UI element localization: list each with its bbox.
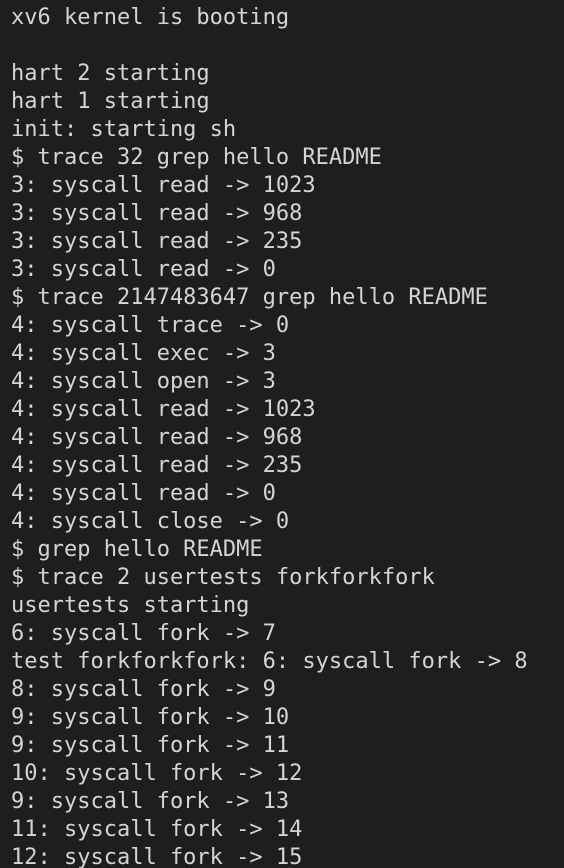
terminal-line: 4: syscall exec -> 3 [11, 341, 276, 366]
terminal-line: 9: syscall fork -> 10 [11, 705, 290, 730]
terminal-line: hart 1 starting [11, 89, 210, 114]
terminal-line: 3: syscall read -> 1023 [11, 173, 316, 198]
terminal-line: 3: syscall read -> 968 [11, 201, 303, 226]
terminal-line: hart 2 starting [11, 61, 210, 86]
terminal-line: test forkforkfork: 6: syscall fork -> 8 [11, 649, 528, 674]
terminal-line: 4: syscall close -> 0 [11, 509, 290, 534]
terminal-line: 9: syscall fork -> 11 [11, 733, 290, 758]
shell-command-line: $ trace 2147483647 grep hello README [11, 285, 488, 310]
shell-command-line: $ trace 32 grep hello README [11, 145, 382, 170]
terminal-line: 4: syscall read -> 968 [11, 425, 303, 450]
terminal-line: 11: syscall fork -> 14 [11, 817, 303, 842]
terminal-line: 4: syscall read -> 235 [11, 453, 303, 478]
terminal-line: 6: syscall fork -> 7 [11, 621, 276, 646]
terminal-line: init: starting sh [11, 117, 237, 142]
terminal-line: usertests starting [11, 593, 250, 618]
shell-command-line: $ grep hello README [11, 537, 263, 562]
terminal-line: 4: syscall open -> 3 [11, 369, 276, 394]
terminal-window[interactable]: xv6 kernel is booting hart 2 starting ha… [0, 0, 564, 868]
terminal-line: xv6 kernel is booting [11, 5, 290, 30]
terminal-line: 12: syscall fork -> 15 [11, 845, 303, 868]
terminal-line: 4: syscall trace -> 0 [11, 313, 290, 338]
terminal-line: 8: syscall fork -> 9 [11, 677, 276, 702]
terminal-line: 3: syscall read -> 0 [11, 257, 276, 282]
terminal-line: 3: syscall read -> 235 [11, 229, 303, 254]
shell-command-line: $ trace 2 usertests forkforkfork [11, 565, 435, 590]
terminal-line: 4: syscall read -> 0 [11, 481, 276, 506]
terminal-line: 4: syscall read -> 1023 [11, 397, 316, 422]
terminal-line: 9: syscall fork -> 13 [11, 789, 290, 814]
terminal-output: xv6 kernel is booting hart 2 starting ha… [11, 4, 564, 868]
terminal-line: 10: syscall fork -> 12 [11, 761, 303, 786]
